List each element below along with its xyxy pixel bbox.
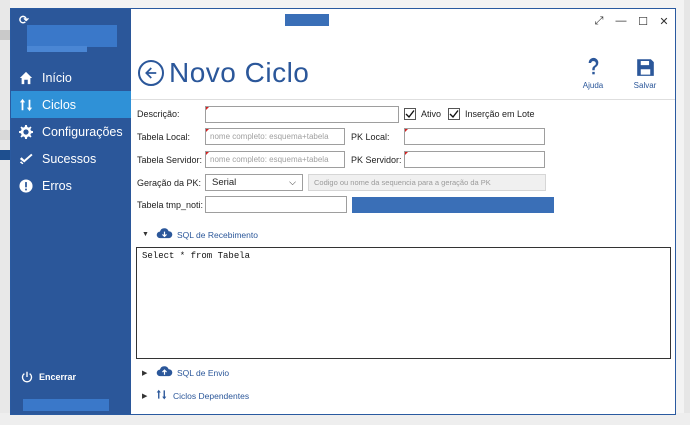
sidebar-item-label: Sucessos bbox=[42, 151, 97, 166]
expand-icon[interactable]: ⤢ bbox=[592, 15, 606, 28]
ativo-label: Ativo bbox=[421, 109, 442, 119]
power-icon bbox=[21, 371, 33, 383]
back-arrow-icon bbox=[145, 67, 157, 79]
cloud-upload-icon bbox=[156, 366, 173, 379]
pk-local-input[interactable] bbox=[404, 128, 545, 145]
ativo-checkbox[interactable] bbox=[404, 108, 416, 120]
tabela-tmp-label: Tabela tmp_noti: bbox=[137, 200, 204, 210]
sidebar: ⟳ Início Ciclos Configurações Sucessos E… bbox=[11, 9, 131, 414]
sql-envio-label: SQL de Envio bbox=[177, 367, 230, 378]
cycle-arrows-icon bbox=[156, 389, 167, 402]
ciclos-dependentes-label: Ciclos Dependentes bbox=[173, 390, 250, 401]
redacted-window-title bbox=[285, 14, 329, 26]
page-title: Novo Ciclo bbox=[169, 57, 310, 88]
sidebar-item-label: Erros bbox=[42, 178, 72, 193]
exit-button[interactable]: Encerrar bbox=[21, 371, 76, 383]
redacted-footer bbox=[23, 399, 109, 411]
sidebar-item-sucessos[interactable]: Sucessos bbox=[11, 145, 131, 172]
save-label: Salvar bbox=[633, 81, 657, 90]
tabela-local-input[interactable]: nome completo: esquema+tabela bbox=[205, 128, 345, 145]
tabela-servidor-input[interactable]: nome completo: esquema+tabela bbox=[205, 151, 345, 168]
collapsed-triangle-icon: ▶ bbox=[142, 392, 148, 400]
sidebar-item-configuracoes[interactable]: Configurações bbox=[11, 118, 131, 145]
header-divider bbox=[131, 99, 675, 100]
checkmark-icon bbox=[449, 110, 459, 119]
sql-envio-header[interactable]: ▶ SQL de Envio bbox=[142, 366, 229, 379]
back-button[interactable] bbox=[138, 60, 164, 86]
background-app-fragment bbox=[0, 150, 10, 160]
tabela-local-label: Tabela Local: bbox=[137, 132, 191, 142]
background-app-strip-right bbox=[684, 0, 690, 425]
redacted-action-button[interactable] bbox=[352, 197, 554, 213]
sidebar-item-inicio[interactable]: Início bbox=[11, 64, 131, 91]
page-header: Novo Ciclo bbox=[131, 53, 309, 93]
pk-servidor-label: PK Servidor: bbox=[351, 155, 402, 165]
floppy-disk-icon bbox=[625, 53, 665, 81]
descricao-input[interactable] bbox=[205, 106, 399, 123]
chevron-down-icon: ⌵ bbox=[289, 177, 296, 187]
geracao-pk-label: Geração da PK: bbox=[137, 178, 202, 188]
geracao-pk-value: Serial bbox=[212, 177, 237, 188]
home-icon bbox=[18, 70, 34, 86]
insercao-lote-checkbox[interactable] bbox=[448, 108, 460, 120]
insercao-lote-label: Inserção em Lote bbox=[465, 109, 535, 119]
checkmark-icon bbox=[405, 110, 415, 119]
background-app-fragment bbox=[0, 30, 10, 40]
expanded-triangle-icon: ▼ bbox=[142, 231, 149, 238]
error-icon bbox=[18, 178, 34, 194]
exit-label: Encerrar bbox=[39, 372, 77, 382]
sequencia-input[interactable]: Codigo ou nome da sequencia para a geraç… bbox=[308, 174, 546, 191]
help-button[interactable]: Ajuda bbox=[573, 53, 613, 90]
tabela-tmp-input[interactable] bbox=[205, 196, 347, 213]
cycle-arrows-icon bbox=[18, 97, 34, 113]
sql-recebimento-text: Select * from Tabela bbox=[142, 251, 251, 261]
background-app-fragment bbox=[0, 130, 10, 140]
sidebar-item-ciclos[interactable]: Ciclos bbox=[11, 91, 131, 118]
sidebar-nav: Início Ciclos Configurações Sucessos Err… bbox=[11, 64, 131, 199]
redacted-app-subtitle bbox=[27, 46, 87, 52]
help-label: Ajuda bbox=[582, 81, 604, 90]
cloud-download-icon bbox=[156, 228, 173, 241]
sidebar-item-label: Ciclos bbox=[42, 97, 77, 112]
close-button[interactable]: ✕ bbox=[657, 15, 671, 28]
title-bar: ⤢ — ☐ ✕ bbox=[131, 9, 675, 35]
app-window: ⟳ Início Ciclos Configurações Sucessos E… bbox=[10, 8, 676, 415]
sidebar-item-label: Início bbox=[42, 70, 72, 85]
gear-icon bbox=[18, 124, 34, 140]
screen: ⟳ Início Ciclos Configurações Sucessos E… bbox=[0, 0, 690, 425]
descricao-label: Descrição: bbox=[137, 109, 180, 119]
question-icon bbox=[573, 53, 613, 81]
sql-recebimento-editor[interactable]: Select * from Tabela bbox=[136, 247, 671, 359]
save-button[interactable]: Salvar bbox=[625, 53, 665, 90]
collapsed-triangle-icon: ▶ bbox=[142, 369, 148, 377]
pk-servidor-input[interactable] bbox=[404, 151, 545, 168]
minimize-button[interactable]: — bbox=[614, 15, 628, 27]
redacted-app-name bbox=[27, 25, 117, 47]
pk-local-label: PK Local: bbox=[351, 132, 390, 142]
sql-recebimento-header[interactable]: ▼ SQL de Recebimento bbox=[142, 228, 258, 241]
background-app-strip bbox=[0, 0, 10, 425]
sidebar-item-erros[interactable]: Erros bbox=[11, 172, 131, 199]
geracao-pk-select[interactable]: Serial ⌵ bbox=[205, 174, 303, 191]
ciclos-dependentes-header[interactable]: ▶ Ciclos Dependentes bbox=[142, 389, 249, 402]
maximize-button[interactable]: ☐ bbox=[636, 15, 650, 28]
check-icon bbox=[18, 151, 34, 167]
sql-recebimento-label: SQL de Recebimento bbox=[177, 229, 258, 240]
sidebar-item-label: Configurações bbox=[42, 124, 123, 139]
tabela-servidor-label: Tabela Servidor: bbox=[137, 155, 203, 165]
